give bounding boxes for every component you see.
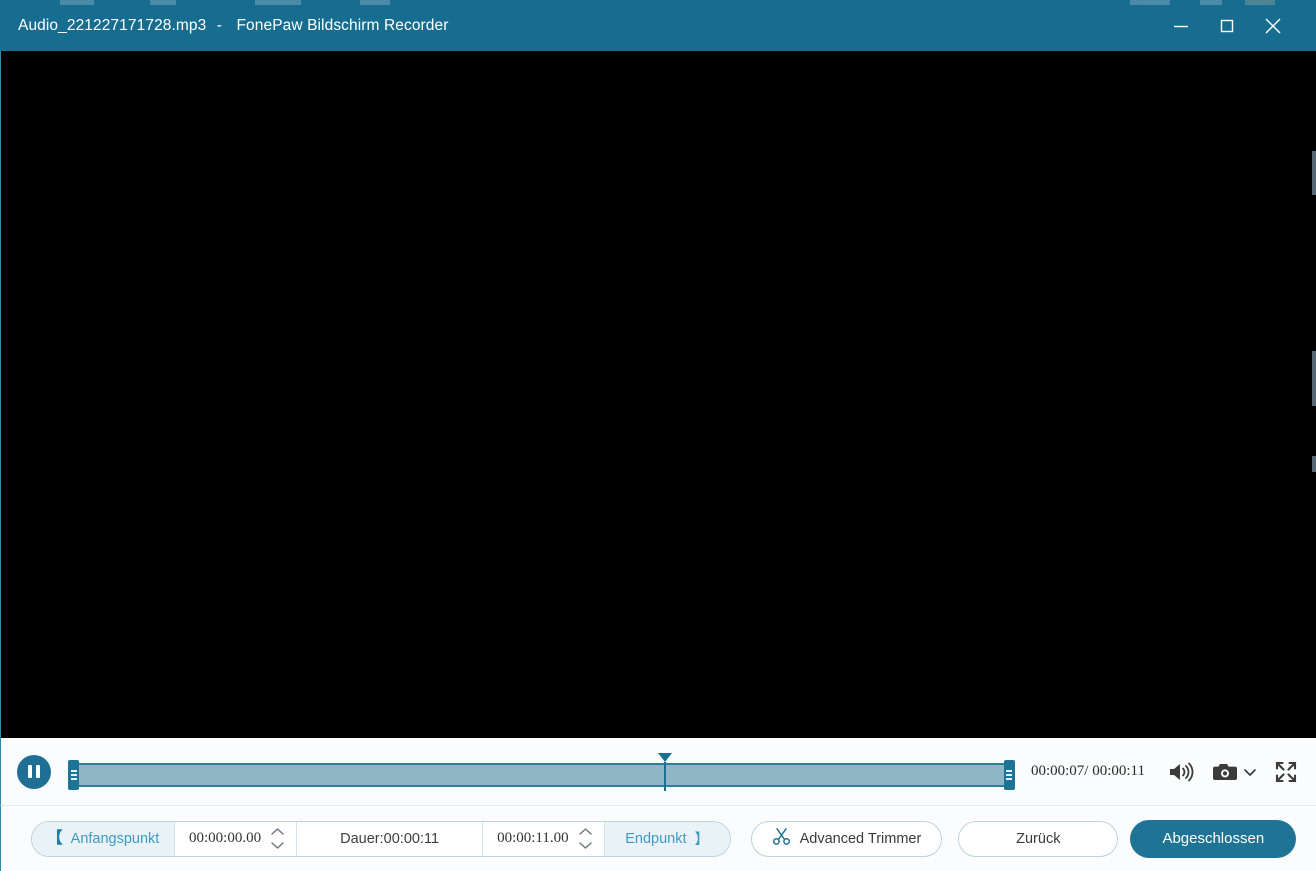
- done-button-label: Abgeschlossen: [1162, 830, 1265, 847]
- start-bracket-icon: 【: [46, 829, 63, 847]
- chevron-down-icon[interactable]: [1242, 764, 1258, 780]
- start-time-value: 00:00:00.00: [189, 830, 262, 846]
- end-point-label: Endpunkt: [625, 830, 687, 847]
- window-controls: [1158, 0, 1316, 51]
- snapshot-button[interactable]: [1211, 761, 1258, 783]
- minimize-button[interactable]: [1158, 0, 1204, 51]
- advanced-trimmer-label: Advanced Trimmer: [799, 830, 922, 847]
- chevron-up-icon[interactable]: [270, 827, 285, 836]
- trim-end-handle[interactable]: [1003, 759, 1015, 790]
- window-title-appname: FonePaw Bildschirm Recorder: [236, 16, 449, 34]
- playback-bar: 00:00:07/ 00:00:11: [0, 738, 1316, 805]
- start-point-button[interactable]: 【 Anfangspunkt: [32, 821, 174, 856]
- back-button-label: Zurück: [1016, 830, 1061, 847]
- background-artifact: [1312, 456, 1316, 472]
- pause-icon: [28, 765, 40, 778]
- duration-label: Dauer:00:00:11: [340, 830, 440, 847]
- window-title-separator: -: [216, 16, 223, 34]
- window-title: Audio_221227171728.mp3 - FonePaw Bildsch…: [0, 17, 449, 35]
- back-button[interactable]: Zurück: [958, 820, 1119, 857]
- volume-button[interactable]: [1167, 760, 1195, 784]
- end-point-button[interactable]: Endpunkt 】: [603, 821, 730, 856]
- maximize-button[interactable]: [1204, 0, 1250, 51]
- fullscreen-button[interactable]: [1274, 760, 1298, 784]
- start-time-stepper[interactable]: [267, 822, 296, 856]
- window-title-filename: Audio_221227171728.mp3: [18, 16, 207, 34]
- chevron-down-icon[interactable]: [270, 841, 285, 850]
- end-time-input[interactable]: 00:00:11.00: [482, 821, 575, 856]
- end-time-stepper[interactable]: [575, 822, 604, 856]
- close-button[interactable]: [1250, 0, 1296, 51]
- end-bracket-icon: 】: [694, 832, 710, 848]
- start-time-input[interactable]: 00:00:00.00: [174, 821, 267, 856]
- start-point-label: Anfangspunkt: [70, 830, 160, 847]
- maximize-icon: [1217, 16, 1237, 36]
- background-artifact: [1312, 151, 1316, 195]
- trim-range-group: 【 Anfangspunkt 00:00:00.00 Dauer:00:00:1…: [31, 820, 731, 857]
- fullscreen-icon: [1274, 760, 1298, 784]
- background-artifact: [1312, 351, 1316, 406]
- media-stage[interactable]: [0, 51, 1316, 738]
- chevron-down-icon[interactable]: [578, 841, 593, 850]
- trim-start-handle[interactable]: [68, 759, 79, 790]
- fonepaw-recorder-window: Audio_221227171728.mp3 - FonePaw Bildsch…: [0, 0, 1316, 871]
- pause-button[interactable]: [17, 754, 51, 789]
- end-time-value: 00:00:11.00: [497, 830, 569, 846]
- volume-on-icon: [1167, 760, 1195, 784]
- chevron-up-icon[interactable]: [578, 827, 593, 836]
- duration-display: Dauer:00:00:11: [296, 821, 482, 856]
- done-button[interactable]: Abgeschlossen: [1130, 819, 1297, 858]
- trim-slider-track[interactable]: [68, 762, 1015, 787]
- time-readout: 00:00:07/ 00:00:11: [1030, 763, 1145, 779]
- stage-right-edge: [1312, 51, 1316, 738]
- trim-toolbar: 【 Anfangspunkt 00:00:00.00 Dauer:00:00:1…: [0, 805, 1316, 871]
- camera-icon: [1211, 761, 1239, 783]
- minimize-icon: [1171, 16, 1191, 36]
- close-icon: [1262, 15, 1284, 37]
- advanced-trimmer-button[interactable]: Advanced Trimmer: [750, 820, 943, 857]
- scissors-icon: [772, 827, 791, 850]
- trim-slider[interactable]: [68, 752, 1015, 791]
- title-bar: Audio_221227171728.mp3 - FonePaw Bildsch…: [0, 0, 1316, 51]
